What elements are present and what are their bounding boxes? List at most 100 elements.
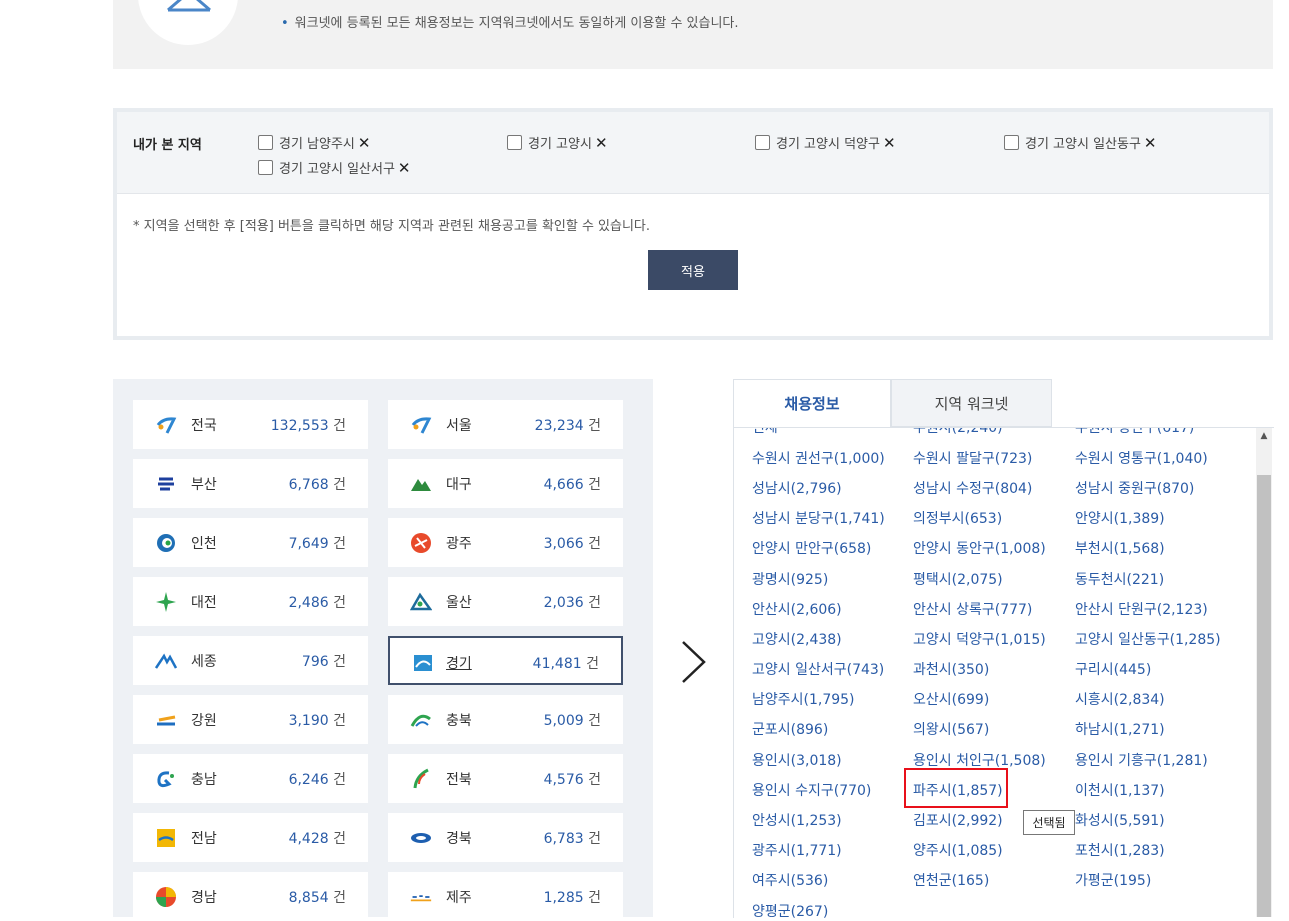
list-item[interactable]: 하남시(1,271) <box>1075 719 1165 739</box>
my-region-item[interactable]: 경기 고양시 일산서구 ✕ <box>258 158 410 177</box>
list-item[interactable]: 오산시(699) <box>913 689 989 709</box>
jeju-emblem-icon <box>410 895 432 902</box>
my-region-item[interactable]: 경기 고양시 덕양구 ✕ <box>755 133 896 152</box>
list-item[interactable]: 고양시 덕양구(1,015) <box>913 629 1046 649</box>
region-cell[interactable]: 세종 796 건 <box>133 636 368 685</box>
region-cell[interactable]: 대전 2,486 건 <box>133 577 368 626</box>
list-item[interactable]: 김포시(2,992) <box>913 810 1003 830</box>
my-region-item[interactable]: 경기 고양시 일산동구 ✕ <box>1004 133 1156 152</box>
scroll-up-icon[interactable]: ▲ <box>1256 428 1272 444</box>
list-item[interactable]: 용인시 기흥구(1,281) <box>1075 750 1208 770</box>
list-item[interactable]: 고양시 일산서구(743) <box>752 659 884 679</box>
list-item[interactable]: 광명시(925) <box>752 569 828 589</box>
checkbox[interactable] <box>507 135 522 150</box>
seoul-emblem-icon <box>411 417 432 434</box>
checkbox[interactable] <box>755 135 770 150</box>
tab-regional-worknet[interactable]: 지역 워크넷 <box>891 379 1052 427</box>
region-cell[interactable]: 부산 6,768 건 <box>133 459 368 508</box>
region-cell[interactable]: 경북 6,783 건 <box>388 813 623 862</box>
list-item[interactable]: 성남시(2,796) <box>752 478 842 498</box>
checkbox[interactable] <box>258 135 273 150</box>
list-item[interactable]: 성남시 수정구(804) <box>913 478 1032 498</box>
scrollbar-thumb[interactable] <box>1257 475 1271 917</box>
list-item[interactable]: 양평군(267) <box>752 901 828 918</box>
list-item[interactable]: 수원시 팔달구(723) <box>913 448 1032 468</box>
list-item[interactable]: 고양시(2,438) <box>752 629 842 649</box>
region-cell[interactable]: 전북 4,576 건 <box>388 754 623 803</box>
region-cell[interactable]: 충남 6,246 건 <box>133 754 368 803</box>
remove-icon[interactable]: ✕ <box>883 134 896 152</box>
region-cell[interactable]: 인천 7,649 건 <box>133 518 368 567</box>
list-item[interactable]: 광주시(1,771) <box>752 840 842 860</box>
list-item[interactable]: 수원시 장안구(617) <box>1075 428 1194 437</box>
region-cell[interactable]: 전국 132,553 건 <box>133 400 368 449</box>
remove-icon[interactable]: ✕ <box>595 134 608 152</box>
info-box: • 워크넷에 등록된 모든 채용정보는 지역워크넷에서도 동일하게 이용할 수 있… <box>113 0 1273 69</box>
my-regions-label: 내가 본 지역 <box>133 138 202 153</box>
region-cell[interactable]: 충북 5,009 건 <box>388 695 623 744</box>
gyeongnam-emblem-icon <box>156 887 176 907</box>
apply-button[interactable]: 적용 <box>648 250 738 290</box>
list-item[interactable]: 전체 <box>752 428 778 437</box>
list-item[interactable]: 수원시(2,240) <box>913 428 1003 437</box>
region-cell[interactable]: 강원 3,190 건 <box>133 695 368 744</box>
remove-icon[interactable]: ✕ <box>398 159 411 177</box>
list-item[interactable]: 과천시(350) <box>913 659 989 679</box>
apply-notice: * 지역을 선택한 후 [적용] 버튼을 클릭하면 해당 지역과 관련된 채용공… <box>133 219 651 234</box>
list-item[interactable]: 의정부시(653) <box>913 508 1002 528</box>
region-cell[interactable]: 울산 2,036 건 <box>388 577 623 626</box>
list-item[interactable]: 성남시 중원구(870) <box>1075 478 1194 498</box>
sejong-emblem-icon <box>155 653 177 669</box>
list-item[interactable]: 용인시(3,018) <box>752 750 842 770</box>
region-cell[interactable]: 제주 1,285 건 <box>388 872 623 921</box>
checkbox[interactable] <box>258 160 273 175</box>
list-item[interactable]: 이천시(1,137) <box>1075 780 1165 800</box>
gangwon-emblem-icon <box>157 715 176 726</box>
list-item[interactable]: 안양시(1,389) <box>1075 508 1165 528</box>
list-item[interactable]: 연천군(165) <box>913 870 989 890</box>
remove-icon[interactable]: ✕ <box>1144 134 1157 152</box>
list-item[interactable]: 가평군(195) <box>1075 870 1151 890</box>
info-notice: • 워크넷에 등록된 모든 채용정보는 지역워크넷에서도 동일하게 이용할 수 있… <box>281 16 739 31</box>
region-cell[interactable]: 서울 23,234 건 <box>388 400 623 449</box>
list-item[interactable]: 수원시 권선구(1,000) <box>752 448 885 468</box>
checkbox[interactable] <box>1004 135 1019 150</box>
list-item[interactable]: 성남시 분당구(1,741) <box>752 508 885 528</box>
list-item[interactable]: 동두천시(221) <box>1075 569 1164 589</box>
list-item[interactable]: 안산시 상록구(777) <box>913 599 1032 619</box>
list-item[interactable]: 용인시 처인구(1,508) <box>913 750 1046 770</box>
list-item[interactable]: 안성시(1,253) <box>752 810 842 830</box>
list-item[interactable]: 안양시 동안구(1,008) <box>913 538 1046 558</box>
list-item[interactable]: 여주시(536) <box>752 870 828 890</box>
list-item[interactable]: 용인시 수지구(770) <box>752 780 871 800</box>
my-region-item[interactable]: 경기 고양시 ✕ <box>507 133 608 152</box>
my-region-item[interactable]: 경기 남양주시 ✕ <box>258 133 370 152</box>
tab-job-info[interactable]: 채용정보 <box>733 379 891 427</box>
remove-icon[interactable]: ✕ <box>358 134 371 152</box>
list-item[interactable]: 고양시 일산동구(1,285) <box>1075 629 1221 649</box>
list-item[interactable]: 의왕시(567) <box>913 719 989 739</box>
list-item[interactable]: 화성시(5,591) <box>1075 810 1165 830</box>
busan-emblem-icon <box>158 477 174 491</box>
region-cell[interactable]: 대구 4,666 건 <box>388 459 623 508</box>
list-item[interactable]: 평택시(2,075) <box>913 569 1003 589</box>
list-item[interactable]: 양주시(1,085) <box>913 840 1003 860</box>
list-item[interactable]: 시흥시(2,834) <box>1075 689 1165 709</box>
list-item[interactable]: 포천시(1,283) <box>1075 840 1165 860</box>
region-cell-selected[interactable]: 경기 41,481 건 <box>388 636 623 685</box>
list-item[interactable]: 구리시(445) <box>1075 659 1151 679</box>
list-item[interactable]: 안산시 단원구(2,123) <box>1075 599 1208 619</box>
list-item[interactable]: 수원시 영통구(1,040) <box>1075 448 1208 468</box>
list-item[interactable]: 군포시(896) <box>752 719 828 739</box>
list-item[interactable]: 안산시(2,606) <box>752 599 842 619</box>
list-item[interactable]: 남양주시(1,795) <box>752 689 855 709</box>
incheon-emblem-icon <box>157 534 175 552</box>
gyeonggi-emblem-icon <box>414 655 432 671</box>
region-cell[interactable]: 전남 4,428 건 <box>133 813 368 862</box>
list-item[interactable]: 안양시 만안구(658) <box>752 538 871 558</box>
list-item[interactable]: 부천시(1,568) <box>1075 538 1165 558</box>
selection-highlight <box>904 768 1008 808</box>
region-cell[interactable]: 경남 8,854 건 <box>133 872 368 921</box>
region-cell[interactable]: 광주 3,066 건 <box>388 518 623 567</box>
chungnam-emblem-icon <box>157 771 174 788</box>
